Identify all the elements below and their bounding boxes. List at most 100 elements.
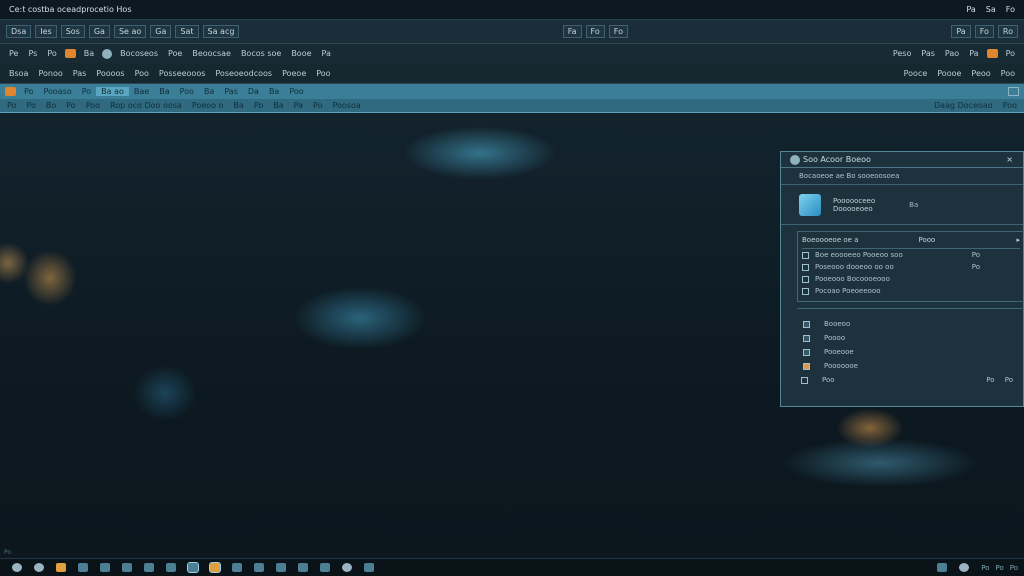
ribbon-item-8[interactable]: Ba	[228, 101, 248, 110]
tab-10[interactable]: Da	[243, 87, 264, 96]
toolbar1-right-1[interactable]: Peso	[888, 49, 917, 58]
mail-icon[interactable]	[78, 563, 88, 572]
settings-icon[interactable]	[1008, 87, 1019, 96]
ribbon-item-13[interactable]: Poosoa	[327, 101, 365, 110]
start-icon[interactable]	[12, 563, 22, 572]
menu-right-3[interactable]: Ro	[997, 25, 1019, 38]
close-icon[interactable]: ×	[1002, 155, 1017, 164]
toolbar1-mid-3[interactable]: Beoocsae	[187, 49, 236, 58]
tab-7[interactable]: Poo	[175, 87, 199, 96]
menu-item-1[interactable]: Dsa	[6, 25, 32, 38]
checkbox[interactable]	[803, 362, 810, 370]
document-icon[interactable]	[298, 563, 308, 572]
browser-icon[interactable]	[187, 562, 199, 573]
option-row[interactable]: Pooeooo Bocoooeooo	[802, 273, 1020, 285]
ribbon-item-5[interactable]: Poo	[81, 101, 105, 110]
image-icon[interactable]	[276, 563, 286, 572]
toolbar1-right-3[interactable]: Pao	[940, 49, 964, 58]
checkbox[interactable]	[802, 263, 809, 271]
monitor-icon[interactable]	[254, 563, 264, 572]
tab-4[interactable]: Ba ao	[96, 87, 129, 96]
toolbar2-mid-1[interactable]: Posseeooos	[154, 69, 210, 78]
folder-icon[interactable]	[64, 49, 76, 58]
toolbar2-left-3[interactable]: Pas	[68, 69, 92, 78]
toolbar2-right-1[interactable]: Pooce	[899, 69, 933, 78]
menu-item-7[interactable]: Sat	[175, 25, 199, 38]
option-row[interactable]: Poseooo dooeoo oo oo Po	[802, 261, 1020, 273]
option2-row[interactable]: Pooeooe	[803, 345, 1019, 359]
toolbar1-mid-2[interactable]: Poe	[163, 49, 187, 58]
ribbon-item-1[interactable]: Po	[2, 101, 21, 110]
ribbon-item-3[interactable]: Bo	[41, 101, 61, 110]
chat-icon[interactable]	[342, 563, 352, 572]
toolbar2-mid-3[interactable]: Poeoe	[277, 69, 311, 78]
tab-11[interactable]: Ba	[264, 87, 284, 96]
checkbox[interactable]	[802, 251, 809, 259]
tab-2[interactable]: Pooaso	[38, 87, 76, 96]
browser-icon[interactable]	[102, 48, 113, 59]
checkbox[interactable]	[801, 376, 808, 384]
toolbar2-left-4[interactable]: Poooos	[91, 69, 129, 78]
checkbox[interactable]	[802, 275, 809, 283]
tab-3[interactable]: Po	[77, 87, 96, 96]
store-icon[interactable]	[144, 563, 154, 572]
footer-button-2[interactable]: Po	[1005, 376, 1013, 384]
menu-item-4[interactable]: Ga	[88, 25, 110, 38]
menu-right-2[interactable]: Fo	[974, 25, 994, 38]
terminal-icon[interactable]	[232, 563, 242, 572]
footer-button-1[interactable]: Po	[986, 376, 994, 384]
ribbon-item-11[interactable]: Pa	[289, 101, 308, 110]
toolbar2-mid-4[interactable]: Poo	[311, 69, 335, 78]
menu-item-8[interactable]: Sa acg	[202, 25, 240, 38]
ribbon-right-1[interactable]: Daag Doceoao	[929, 101, 998, 110]
tab-12[interactable]: Poo	[284, 87, 308, 96]
menu-mid-1[interactable]: Fa	[562, 25, 582, 38]
toolbar1-right-4[interactable]: Pa	[964, 49, 983, 58]
toolbar1-right-2[interactable]: Pas	[916, 49, 940, 58]
tab-9[interactable]: Pas	[219, 87, 243, 96]
toolbar1-mid-5[interactable]: Booe	[286, 49, 316, 58]
search-icon[interactable]	[34, 563, 44, 572]
checkbox[interactable]	[803, 320, 810, 328]
music-icon[interactable]	[320, 563, 330, 572]
titlebar-button-2[interactable]: Sa	[981, 5, 1001, 14]
toolbar2-left-1[interactable]: Bsoa	[4, 69, 33, 78]
menu-item-3[interactable]: Sos	[60, 25, 85, 38]
tray-label-2[interactable]: Po	[995, 564, 1003, 572]
ribbon-item-9[interactable]: Po	[249, 101, 268, 110]
camera-icon[interactable]	[122, 563, 132, 572]
menu-mid-2[interactable]: Fo	[585, 25, 605, 38]
tab-1[interactable]: Po	[19, 87, 38, 96]
toolbar2-left-2[interactable]: Ponoo	[33, 69, 67, 78]
toolbar2-right-4[interactable]: Poo	[996, 69, 1020, 78]
tray-icon-1[interactable]	[937, 563, 948, 572]
toolbar2-mid-2[interactable]: Poseoeodcoos	[210, 69, 277, 78]
toolbar1-left-1[interactable]: Pe	[4, 49, 23, 58]
toolbar1-mid-6[interactable]: Pa	[317, 49, 336, 58]
checkbox[interactable]	[803, 348, 810, 356]
option-row[interactable]: Pocoao Poeoeeooo	[802, 285, 1020, 297]
menu-mid-3[interactable]: Fo	[608, 25, 628, 38]
tray-label-3[interactable]: Po	[1010, 564, 1018, 572]
option2-row[interactable]: Booeoo	[803, 317, 1019, 331]
file-explorer-icon[interactable]	[56, 563, 66, 572]
toolbar2-left-5[interactable]: Poo	[130, 69, 154, 78]
option2-row[interactable]: Poooo	[803, 331, 1019, 345]
toolbar1-right-5[interactable]: Po	[1001, 49, 1020, 58]
ribbon-item-2[interactable]: Po	[21, 101, 40, 110]
checkbox[interactable]	[803, 334, 810, 342]
package-icon[interactable]	[986, 49, 998, 58]
menu-item-5[interactable]: Se ao	[113, 25, 147, 38]
app-icon[interactable]	[209, 562, 221, 573]
ribbon-item-6[interactable]: Rop oco Doo oosa	[105, 101, 187, 110]
tray-label-1[interactable]: Po	[981, 564, 989, 572]
ribbon-right-2[interactable]: Poo	[998, 101, 1022, 110]
toolbar1-left-3[interactable]: Po	[42, 49, 61, 58]
calendar-icon[interactable]	[100, 563, 110, 572]
toolbar2-right-3[interactable]: Peoo	[966, 69, 995, 78]
ribbon-item-10[interactable]: Ba	[268, 101, 288, 110]
titlebar-button-1[interactable]: Pa	[961, 5, 980, 14]
photos-icon[interactable]	[166, 563, 176, 572]
menu-item-6[interactable]: Ga	[150, 25, 172, 38]
ribbon-item-4[interactable]: Po	[61, 101, 80, 110]
